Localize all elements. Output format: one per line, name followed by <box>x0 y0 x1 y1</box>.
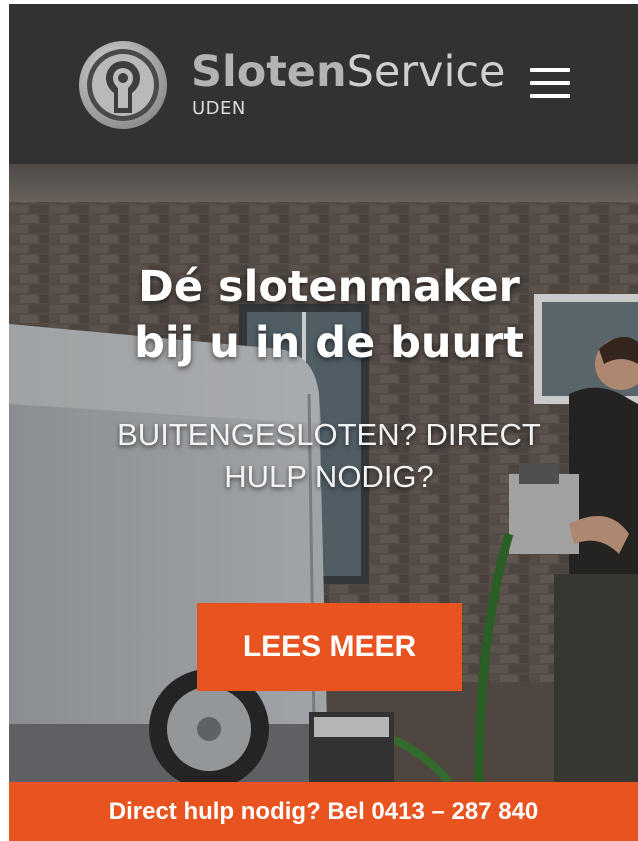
hero-headline: Dé slotenmaker bij u in de buurt <box>69 259 589 371</box>
hamburger-menu-icon[interactable] <box>525 64 575 104</box>
hero-headline-line1: Dé slotenmaker <box>138 262 520 312</box>
hero-subheadline-line1: BUITENGESLOTEN? DIRECT <box>117 417 541 452</box>
hero-banner: Dé slotenmaker bij u in de buurt BUITENG… <box>9 164 638 782</box>
read-more-button[interactable]: LEES MEER <box>197 603 462 691</box>
keyhole-icon <box>79 41 167 129</box>
menu-bar-bottom <box>530 94 570 98</box>
brand-name-light: Service <box>346 47 506 97</box>
brand-location: UDEN <box>192 98 246 119</box>
hero-subheadline: BUITENGESLOTEN? DIRECT HULP NODIG? <box>79 414 579 498</box>
call-now-bar[interactable]: Direct hulp nodig? Bel 0413 – 287 840 <box>9 782 638 841</box>
brand-name: SlotenService <box>191 49 506 95</box>
hero-subheadline-line2: HULP NODIG? <box>224 459 434 494</box>
menu-bar-top <box>530 68 570 72</box>
site-header: SlotenService UDEN <box>9 4 638 164</box>
page-frame: SlotenService UDEN Dé slotenmaker bij u … <box>9 4 638 841</box>
site-logo[interactable]: SlotenService UDEN <box>75 37 506 137</box>
brand-name-bold: Sloten <box>191 47 347 97</box>
menu-bar-middle <box>530 81 570 85</box>
hero-headline-line2: bij u in de buurt <box>134 318 524 368</box>
